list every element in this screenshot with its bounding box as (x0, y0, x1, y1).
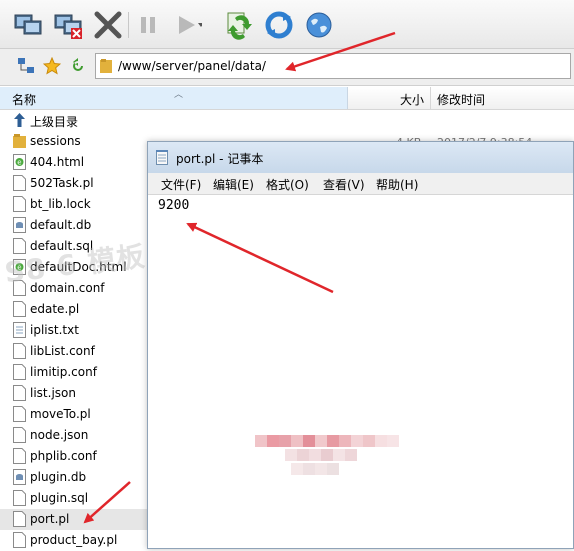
file-name: phplib.conf (30, 449, 97, 463)
file-name: product_bay.pl (30, 533, 118, 547)
file-name: sessions (30, 134, 81, 148)
file-icon (13, 448, 26, 464)
sort-ascending-icon: ︿ (174, 90, 184, 100)
notepad-title: port.pl - 记事本 (176, 152, 264, 166)
pause-icon[interactable] (132, 9, 164, 41)
file-icon (13, 196, 26, 212)
file-name: 404.html (30, 155, 85, 169)
file-icon (13, 175, 26, 191)
notepad-window[interactable]: port.pl - 记事本 文件(F) 编辑(E) 格式(O) 查看(V) 帮助… (147, 141, 574, 549)
menu-help[interactable]: 帮助(H) (376, 176, 418, 193)
up-arrow-icon (13, 112, 26, 128)
file-icon (13, 385, 26, 401)
favorites-star-icon[interactable] (42, 56, 62, 75)
html-file-icon: e (13, 154, 26, 170)
column-header-size[interactable]: 大小 (400, 91, 424, 108)
file-name: plugin.sql (30, 491, 89, 505)
menu-file[interactable]: 文件(F) (161, 176, 201, 193)
connect-icon[interactable] (12, 9, 44, 41)
sync-icon[interactable] (223, 9, 255, 41)
column-divider (430, 87, 431, 109)
column-header-name[interactable]: 名称 ︿ (0, 87, 348, 109)
file-name: list.json (30, 386, 76, 400)
file-name: 上级目录 (30, 115, 79, 129)
file-icon (13, 427, 26, 443)
file-name: iplist.txt (30, 323, 79, 337)
address-path: /www/server/panel/data/ (118, 59, 266, 73)
toolbar (0, 0, 574, 49)
address-input[interactable]: /www/server/panel/data/ (95, 53, 571, 79)
file-icon (13, 301, 26, 317)
file-name: libList.conf (30, 344, 95, 358)
file-list-header: 名称 ︿ 大小 修改时间 (0, 87, 574, 110)
folder-icon (100, 59, 112, 73)
notepad-icon (156, 150, 168, 165)
svg-text:e: e (17, 159, 21, 167)
menu-format[interactable]: 格式(O) (266, 176, 309, 193)
play-icon[interactable] (170, 9, 204, 41)
notepad-text-area[interactable]: 9200 (158, 198, 189, 213)
file-row[interactable]: 上级目录 (0, 110, 347, 131)
file-name: node.json (30, 428, 89, 442)
stop-icon[interactable] (92, 9, 124, 41)
address-toolbar: /www/server/panel/data/ (0, 49, 574, 86)
file-name: limitip.conf (30, 365, 97, 379)
blurred-redaction (255, 435, 399, 475)
column-name-label: 名称 (12, 93, 37, 107)
file-icon (13, 364, 26, 380)
menu-edit[interactable]: 编辑(E) (213, 176, 254, 193)
refresh-icon[interactable] (263, 9, 295, 41)
db-file-icon (13, 469, 26, 485)
folder-icon (13, 133, 26, 149)
file-name: plugin.db (30, 470, 87, 484)
file-icon (13, 406, 26, 422)
file-name: default.db (30, 218, 92, 232)
notepad-title-bar[interactable]: port.pl - 记事本 (148, 142, 573, 173)
file-name: bt_lib.lock (30, 197, 91, 211)
toolbar-separator (128, 12, 129, 38)
file-name: moveTo.pl (30, 407, 91, 421)
file-name: edate.pl (30, 302, 80, 316)
globe-icon[interactable] (303, 9, 335, 41)
column-header-modified[interactable]: 修改时间 (437, 91, 485, 108)
file-icon (13, 343, 26, 359)
tree-view-icon[interactable] (17, 57, 35, 75)
db-file-icon (13, 217, 26, 233)
disconnect-icon[interactable] (52, 9, 84, 41)
text-file-icon (13, 322, 26, 338)
file-icon (13, 511, 26, 527)
menu-view[interactable]: 查看(V) (323, 176, 365, 193)
back-navigate-icon[interactable] (69, 57, 87, 75)
file-icon (13, 490, 26, 506)
file-name: 502Task.pl (30, 176, 94, 190)
file-icon (13, 532, 26, 548)
notepad-menu-bar: 文件(F) 编辑(E) 格式(O) 查看(V) 帮助(H) (148, 173, 573, 195)
file-name: port.pl (30, 512, 70, 526)
